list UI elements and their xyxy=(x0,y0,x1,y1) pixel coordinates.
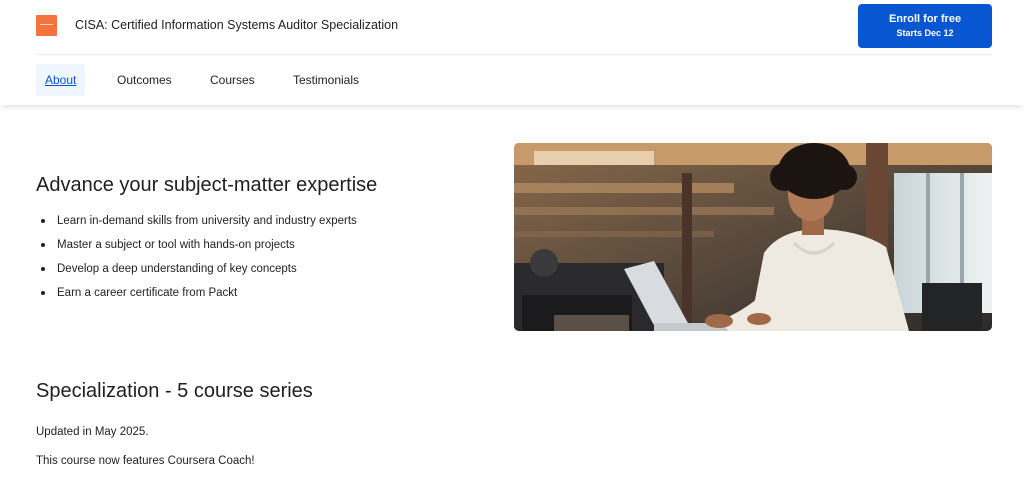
tab-outcomes[interactable]: Outcomes xyxy=(108,64,181,96)
list-item: Learn in-demand skills from university a… xyxy=(36,212,357,236)
list-item: Earn a career certificate from Packt xyxy=(36,284,357,308)
list-item: Develop a deep understanding of key conc… xyxy=(36,260,357,284)
updated-note: Updated in May 2025. xyxy=(36,426,149,438)
page-header: CISA: Certified Information Systems Audi… xyxy=(0,0,1024,105)
enroll-start-date: Starts Dec 12 xyxy=(896,28,954,38)
packt-logo[interactable] xyxy=(36,15,57,36)
header-divider xyxy=(36,54,992,55)
tab-testimonials[interactable]: Testimonials xyxy=(284,64,368,96)
person-working-on-laptop-photo xyxy=(514,143,992,331)
about-heading: Advance your subject-matter expertise xyxy=(36,174,378,196)
enroll-button-label: Enroll for free xyxy=(888,13,962,25)
tab-about[interactable]: About xyxy=(36,64,86,96)
tab-courses[interactable]: Courses xyxy=(201,64,264,96)
benefits-list: Learn in-demand skills from university a… xyxy=(36,212,357,308)
page-title: CISA: Certified Information Systems Audi… xyxy=(75,18,399,32)
specialization-heading: Specialization - 5 course series xyxy=(36,380,313,402)
enroll-button[interactable]: Enroll for free Starts Dec 12 xyxy=(858,4,992,48)
logo-mark xyxy=(40,24,53,25)
list-item: Master a subject or tool with hands-on p… xyxy=(36,236,357,260)
photo-illustration xyxy=(514,143,992,331)
coach-note: This course now features Coursera Coach! xyxy=(36,455,255,467)
